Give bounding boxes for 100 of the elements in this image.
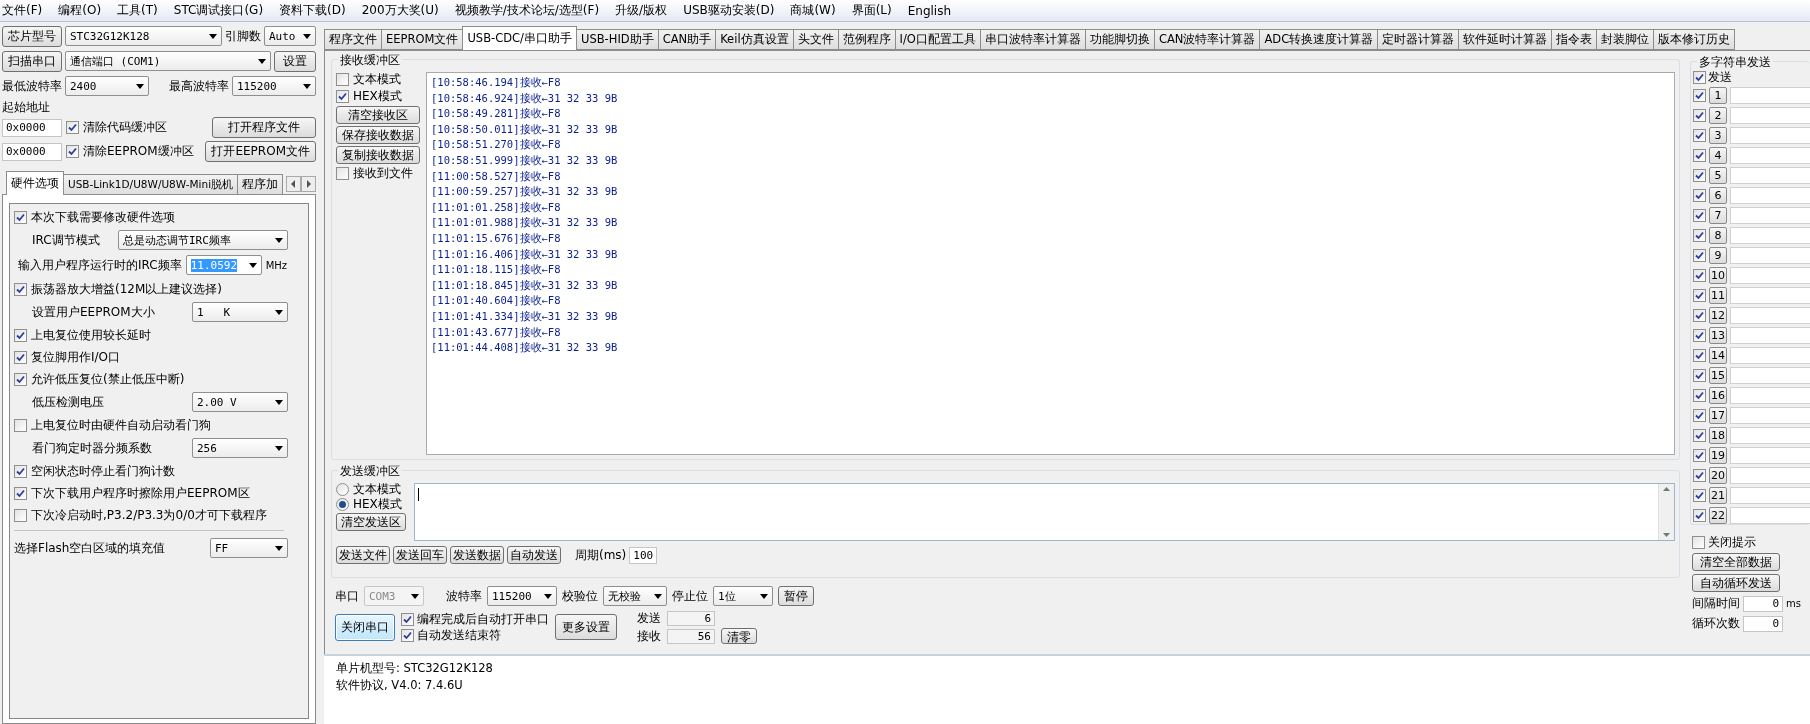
tab[interactable]: 串口波特率计算器 [979, 29, 1086, 50]
send-string-button[interactable]: 5 [1709, 167, 1727, 184]
send-string-button[interactable]: 6 [1709, 187, 1727, 204]
send-string-button[interactable]: 22 [1709, 507, 1727, 524]
menu-item[interactable]: USB驱动安装(D) [683, 2, 775, 19]
menu-item[interactable]: English [907, 3, 952, 18]
reset-button[interactable]: 清零 [721, 628, 757, 644]
tab[interactable]: 功能脚切换 [1084, 29, 1155, 50]
send-string-button[interactable]: 17 [1709, 407, 1727, 424]
open-file-button[interactable]: 打开EEPROM文件 [205, 141, 316, 162]
send-action-button[interactable]: 自动发送 [507, 546, 561, 564]
more-settings-button[interactable]: 更多设置 [555, 614, 617, 640]
pause-button[interactable]: 暂停 [778, 586, 814, 606]
open-file-button[interactable]: 打开程序文件 [212, 117, 316, 138]
checkbox-label: 清除EEPROM缓冲区 [83, 143, 194, 160]
tab[interactable]: ADC转换速度计算器 [1259, 29, 1379, 50]
tab[interactable]: 程序加 [237, 174, 284, 195]
dropdown[interactable]: 256 [192, 438, 288, 458]
send-string-button[interactable]: 15 [1709, 367, 1727, 384]
send-string-button[interactable]: 11 [1709, 287, 1727, 304]
action-button[interactable]: 复制接收数据 [336, 146, 420, 164]
parity-dropdown[interactable]: 无校验 [603, 586, 667, 606]
tab[interactable]: USB-HID助手 [576, 29, 659, 50]
menu-item[interactable]: 商城(W) [790, 2, 836, 19]
tab[interactable]: Keil仿真设置 [715, 29, 794, 50]
dropdown[interactable]: 总是动态调节IRC频率 [118, 230, 288, 250]
field-label: 起始地址 [2, 98, 50, 116]
checkbox-label: 发送 [1708, 68, 1732, 86]
action-button[interactable]: 保存接收数据 [336, 126, 420, 144]
tab[interactable]: 软件延时计算器 [1458, 29, 1553, 50]
stop-bits-dropdown[interactable]: 1位 [713, 586, 773, 606]
send-string-button[interactable]: 13 [1709, 327, 1727, 344]
baud-dropdown[interactable]: 115200 [487, 586, 557, 606]
menu-item[interactable]: 资料下载(D) [279, 2, 346, 19]
send-string-button[interactable]: 7 [1709, 207, 1727, 224]
menu-item[interactable]: 升级/版权 [615, 2, 668, 19]
send-string-button[interactable]: 3 [1709, 127, 1727, 144]
tab[interactable]: USB-Link1D/U8W/U8W-Mini脱机 [63, 174, 239, 195]
address-field[interactable]: 0x0000 [2, 142, 62, 161]
tab[interactable]: 封装脚位 [1596, 29, 1655, 50]
pin-count-dropdown[interactable]: Auto [264, 26, 316, 46]
menu-item[interactable]: 200万大奖(U) [361, 2, 439, 19]
loop-count-field[interactable]: 0 [1743, 615, 1783, 632]
address-field[interactable]: 0x0000 [2, 118, 62, 137]
tab[interactable]: 指令表 [1551, 29, 1598, 50]
send-string-button[interactable]: 8 [1709, 227, 1727, 244]
option-label: 输入用户程序运行时的IRC频率 [18, 256, 182, 274]
multi-action-button[interactable]: 自动循环发送 [1692, 574, 1780, 592]
baud-dropdown[interactable]: 115200 [232, 76, 316, 96]
send-string-button[interactable]: 4 [1709, 147, 1727, 164]
clear-send-button[interactable]: 清空发送区 [336, 513, 406, 531]
tab[interactable]: USB-CDC/串口助手 [462, 26, 577, 50]
action-button[interactable]: 清空接收区 [336, 106, 420, 124]
tab[interactable]: CAN波特率计算器 [1153, 29, 1261, 50]
send-action-button[interactable]: 发送回车 [393, 546, 447, 564]
tab[interactable]: I/O口配置工具 [894, 29, 981, 50]
port-dropdown[interactable]: 通信端口 (COM1) [65, 51, 271, 71]
tab[interactable]: EEPROM文件 [381, 29, 464, 50]
period-field[interactable]: 100 [629, 546, 658, 564]
dropdown[interactable]: 2.00 V [192, 392, 288, 412]
send-action-button[interactable]: 发送数据 [450, 546, 504, 564]
send-string-button[interactable]: 14 [1709, 347, 1727, 364]
tab[interactable]: CAN助手 [657, 29, 717, 50]
chip-model-button[interactable]: 芯片型号 [2, 25, 62, 47]
send-string-button[interactable]: 20 [1709, 467, 1727, 484]
menu-item[interactable]: 视频教学/技术论坛/选型(F) [454, 2, 600, 19]
close-port-button[interactable]: 关闭串口 [335, 613, 395, 641]
tab[interactable]: 范例程序 [837, 29, 896, 50]
send-string-button[interactable]: 9 [1709, 247, 1727, 264]
menu-item[interactable]: 工具(T) [117, 2, 158, 19]
send-string-button[interactable]: 12 [1709, 307, 1727, 324]
menu-item[interactable]: 界面(L) [851, 2, 892, 19]
send-action-button[interactable]: 发送文件 [336, 546, 390, 564]
dropdown[interactable]: 1 K [192, 302, 288, 322]
send-string-button[interactable]: 1 [1709, 87, 1727, 104]
field-label: 波特率 [446, 587, 482, 605]
dropdown[interactable]: FF [210, 538, 288, 558]
interval-field[interactable]: 0 [1743, 595, 1783, 612]
send-string-button[interactable]: 21 [1709, 487, 1727, 504]
radio-label: HEX模式 [353, 496, 402, 513]
chip-dropdown[interactable]: STC32G12K128 [65, 26, 222, 46]
send-string-button[interactable]: 16 [1709, 387, 1727, 404]
option-label: IRC调节模式 [32, 231, 100, 249]
menu-item[interactable]: 编程(O) [58, 2, 102, 19]
send-string-button[interactable]: 2 [1709, 107, 1727, 124]
tab[interactable]: 硬件选项 [6, 171, 64, 195]
log-line: [11:00:59.257]接收←31 32 33 9B [431, 184, 619, 200]
menu-item[interactable]: STC调试接口(G) [173, 2, 264, 19]
tab[interactable]: 程序文件 [324, 29, 382, 50]
settings-button[interactable]: 设置 [274, 50, 316, 72]
tab[interactable]: 版本修订历史 [1653, 29, 1736, 50]
baud-dropdown[interactable]: 2400 [65, 76, 149, 96]
menu-item[interactable]: 文件(F) [2, 2, 43, 19]
send-string-button[interactable]: 19 [1709, 447, 1727, 464]
multi-action-button[interactable]: 清空全部数据 [1692, 553, 1780, 571]
scan-port-button[interactable]: 扫描串口 [2, 50, 62, 72]
send-string-button[interactable]: 18 [1709, 427, 1727, 444]
tab[interactable]: 定时器计算器 [1377, 29, 1460, 50]
tab[interactable]: 头文件 [792, 29, 839, 50]
send-string-button[interactable]: 10 [1709, 267, 1727, 284]
